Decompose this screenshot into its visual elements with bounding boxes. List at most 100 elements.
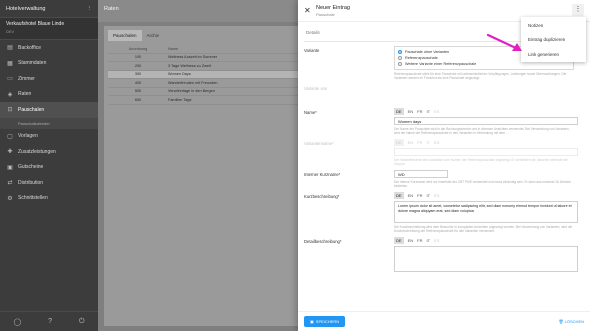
lang-tab-en[interactable]: EN	[408, 238, 414, 243]
sidebar-item-zimmer[interactable]: ▭ Zimmer	[0, 71, 98, 87]
variant-name-input	[394, 148, 578, 156]
variant-of-label: Variante von	[304, 86, 328, 91]
variant-name-label: Variantenname*	[304, 141, 334, 146]
trash-icon: 🗑	[558, 319, 564, 324]
lang-tab-fr[interactable]: FR	[417, 193, 422, 198]
cell-order: 600	[134, 97, 142, 102]
name-hint: Der Name der Pauschale wird in der Buchu…	[394, 127, 570, 135]
table-row[interactable]: 500 Verwöhntage in den Bergen	[108, 88, 300, 96]
menu-item-duplicate[interactable]: Eintrag duplizieren	[521, 33, 586, 48]
cell-name: Wellness Auszeit im Sommer	[168, 55, 218, 60]
delete-label: LÖSCHEN	[564, 319, 584, 324]
name-language-tabs: DE EN FR IT ES	[394, 108, 584, 115]
variant-of-row: Variante von	[304, 84, 584, 104]
help-icon[interactable]: ?	[48, 318, 52, 325]
short-desc-language-tabs: DE EN FR IT ES	[394, 192, 584, 199]
sidebar-item-label: Gutscheine	[18, 164, 44, 171]
save-button[interactable]: ▣ SPEICHERN	[304, 316, 346, 327]
plus-services-icon: ✚	[7, 149, 13, 156]
lang-tab-it[interactable]: IT	[426, 193, 430, 198]
sidebar-item-label: Distribution	[18, 179, 44, 186]
column-header-name[interactable]: Name	[168, 47, 300, 51]
table-row[interactable]: 200 3 Tage Wellness zu Zweit	[108, 62, 300, 71]
tab-archiv[interactable]: Archiv	[142, 30, 165, 41]
detail-desc-textarea[interactable]	[394, 246, 578, 272]
sidebar-item-distribution[interactable]: ⇄ Distribution	[0, 175, 98, 191]
menu-item-notes[interactable]: Notizen	[521, 18, 586, 33]
panel-title-block: Neuer Eintrag Pauschale	[316, 5, 350, 17]
hotel-name: Verkaufshotel Blaue Linde	[6, 21, 65, 27]
short-name-input[interactable]: WD	[394, 170, 448, 178]
power-icon[interactable]: ⏻	[79, 318, 85, 326]
lang-tab-es: ES	[434, 140, 440, 145]
sidebar-item-raten[interactable]: ◈ Raten	[0, 87, 98, 103]
user-icon[interactable]: ◯	[13, 318, 21, 326]
column-header-order[interactable]: Anordnung	[108, 47, 168, 51]
delete-button[interactable]: 🗑 LÖSCHEN	[558, 319, 584, 324]
hotel-selector[interactable]: Verkaufshotel Blaue Linde DEV	[0, 18, 98, 40]
lang-tab-fr[interactable]: FR	[417, 238, 422, 243]
name-label: Name*	[304, 110, 317, 115]
table-row[interactable]: 300 Women Days	[108, 70, 300, 79]
lang-tab-it[interactable]: IT	[426, 238, 430, 243]
cell-name: 3 Tage Wellness zu Zweit	[168, 63, 211, 68]
radio-dot	[398, 62, 402, 66]
cell-order: 100	[134, 55, 142, 60]
variant-hint: Referenzpauschale steht für eine Pauscha…	[394, 72, 567, 80]
menu-dots-icon[interactable]: ⋮	[87, 6, 93, 12]
tag-icon: ◈	[7, 91, 13, 98]
cell-order: 300	[134, 72, 142, 77]
interface-icon: ⚙	[7, 195, 13, 202]
cell-name: Verwöhntage in den Bergen	[168, 89, 215, 94]
lang-tab-fr[interactable]: FR	[417, 109, 422, 114]
sidebar-item-vorlagen[interactable]: ▢ Vorlagen	[0, 129, 98, 145]
sidebar-item-label: Raten	[18, 91, 32, 98]
lang-tab-es[interactable]: ES	[434, 109, 439, 114]
tab-pauschalen[interactable]: Pauschalen	[108, 30, 142, 41]
app-title: Hotelverwaltung	[6, 5, 46, 12]
menu-item-generate-link[interactable]: Link generieren	[521, 47, 586, 62]
sidebar-item-schnittstellen[interactable]: ⚙ Schnittstellen	[0, 191, 98, 207]
short-name-hint: Der interne Kurzname wird nur innerhalb …	[394, 180, 571, 188]
sidebar-item-label: Schnittstellen	[18, 195, 48, 202]
cell-name: Wanderfreuden mit Freunden	[168, 80, 218, 85]
lang-tab-en[interactable]: EN	[408, 193, 414, 198]
short-name-row: Interner Kurzname* WD Der interne Kurzna…	[304, 170, 584, 188]
lang-tab-it[interactable]: IT	[426, 109, 430, 114]
lang-tab-de[interactable]: DE	[394, 192, 404, 199]
sidebar-item-pauschalen[interactable]: ⊡ Pauschalen	[0, 102, 98, 118]
table-row[interactable]: 400 Wanderfreuden mit Freunden	[108, 79, 300, 88]
short-desc-hint: Die Kurzbeschreibung wird dem Besucher i…	[394, 225, 573, 233]
distribution-icon: ⇄	[7, 180, 13, 187]
sidebar-header: Hotelverwaltung ⋮	[0, 0, 98, 18]
options-menu: Notizen Eintrag duplizieren Link generie…	[521, 17, 586, 62]
lang-tab-de[interactable]: DE	[394, 237, 404, 244]
lang-tab-es[interactable]: ES	[434, 238, 439, 243]
short-desc-textarea[interactable]: Lorem ipsum dolor sit amet, consetetur s…	[394, 201, 578, 223]
close-icon[interactable]: ✕	[304, 6, 316, 15]
template-icon: ▢	[7, 133, 13, 140]
more-options-icon[interactable]: ⋮	[572, 4, 584, 16]
lang-tab-it: IT	[426, 140, 431, 145]
name-input[interactable]: Women days	[394, 117, 578, 125]
sidebar-item-gutscheine[interactable]: ▣ Gutscheine	[0, 160, 98, 176]
lang-tab-en: EN	[407, 140, 414, 145]
rates-card: Pauschalen Archiv Anordnung Name 100 Well…	[104, 26, 304, 326]
hotel-sub: DEV	[6, 29, 15, 34]
sidebar-item-label: Zimmer	[18, 75, 35, 82]
lang-tab-fr: FR	[417, 140, 423, 145]
lang-tab-en[interactable]: EN	[408, 109, 414, 114]
detail-desc-row: Detailbeschreibung* DE EN FR IT ES	[304, 237, 584, 272]
table-row[interactable]: 600 Familien Tage	[108, 96, 300, 105]
sidebar-item-label: Zusatzleistungen	[18, 148, 56, 155]
table-row[interactable]: 100 Wellness Auszeit im Sommer	[108, 54, 300, 62]
lang-tab-de[interactable]: DE	[394, 108, 404, 115]
sidebar-item-label: Vorlagen	[18, 133, 38, 140]
sidebar-subitem-pauschalkalender[interactable]: Pauschalkalender	[0, 117, 98, 129]
lang-tab-es[interactable]: ES	[434, 193, 439, 198]
save-label: SPEICHERN	[315, 319, 340, 324]
sidebar-item-stammdaten[interactable]: ▦ Stammdaten	[0, 56, 98, 72]
database-icon: ▦	[7, 60, 13, 67]
sidebar-item-zusatzleistungen[interactable]: ✚ Zusatzleistungen	[0, 144, 98, 160]
sidebar-item-backoffice[interactable]: ▤ Backoffice	[0, 40, 98, 56]
